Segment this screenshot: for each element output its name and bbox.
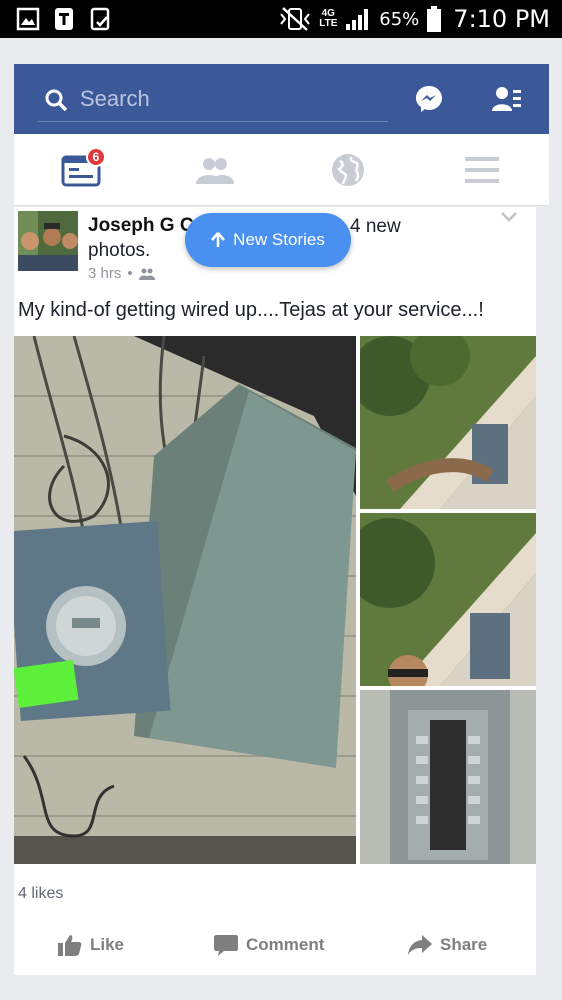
avatar-image: [18, 211, 78, 271]
feed-post: Joseph G C 4 new photos. 3 hrs • My kind…: [14, 207, 536, 975]
search-input[interactable]: [80, 84, 380, 114]
photo-thumb-1[interactable]: [360, 336, 536, 509]
post-caption: My kind-of getting wired up....Tejas at …: [18, 299, 484, 321]
tab-friends[interactable]: [148, 134, 282, 206]
tmobile-icon: [55, 8, 73, 30]
comment-icon: [214, 935, 238, 956]
messenger-button[interactable]: [412, 82, 446, 116]
tab-notifications[interactable]: [281, 134, 415, 206]
photo-main[interactable]: [14, 336, 356, 864]
headline-line2: photos.: [88, 240, 151, 261]
soffit-photo-2: [360, 513, 536, 686]
headline-rest: 4 new: [350, 216, 401, 237]
battery-percent: 65%: [379, 8, 420, 30]
soffit-photo-1: [360, 336, 536, 509]
app-header: [14, 64, 549, 134]
likes-count[interactable]: 4 likes: [18, 885, 63, 903]
network-indicator: 4G LTE: [319, 8, 338, 29]
search-icon: [45, 89, 68, 112]
battery-icon: [427, 6, 442, 32]
signal-icon: [346, 9, 369, 30]
breaker-panel-photo: [360, 690, 536, 864]
friend-requests-icon: [492, 87, 521, 111]
notification-badge: 6: [86, 147, 106, 167]
post-options-chevron-icon[interactable]: [500, 211, 518, 223]
search-bar[interactable]: [38, 80, 388, 122]
tab-news-feed[interactable]: 6: [14, 134, 148, 206]
audience-friends-icon[interactable]: [138, 268, 155, 280]
electric-panel-photo: [14, 336, 356, 864]
photo-thumb-2[interactable]: [360, 513, 536, 686]
vibrate-icon: [280, 7, 311, 31]
new-stories-label: New Stories: [233, 230, 325, 249]
arrow-up-icon: [211, 232, 226, 247]
post-time[interactable]: 3 hrs: [88, 265, 121, 282]
post-actions: Like Comment Share: [14, 923, 536, 967]
clock: 7:10 PM: [453, 5, 550, 33]
clipboard-check-icon: [90, 7, 110, 31]
friend-requests-button[interactable]: [490, 82, 524, 116]
comment-button[interactable]: Comment: [214, 923, 324, 967]
author-name[interactable]: Joseph G C: [88, 215, 194, 237]
like-button[interactable]: Like: [58, 923, 124, 967]
share-button[interactable]: Share: [408, 923, 487, 967]
thumbs-up-icon: [58, 935, 82, 956]
share-label: Share: [440, 935, 488, 954]
menu-icon: [465, 157, 499, 183]
post-meta: 3 hrs •: [88, 265, 155, 282]
status-bar: 4G LTE 65% 7:10 PM: [0, 0, 562, 38]
messenger-icon: [416, 86, 442, 112]
tab-menu[interactable]: [415, 134, 549, 206]
photo-thumb-3[interactable]: [360, 690, 536, 864]
globe-icon: [332, 154, 364, 186]
share-arrow-icon: [408, 935, 432, 955]
like-label: Like: [90, 935, 125, 954]
comment-label: Comment: [246, 935, 325, 954]
author-avatar[interactable]: [18, 211, 78, 271]
friends-icon: [196, 158, 234, 184]
gallery-icon: [16, 7, 40, 31]
new-stories-button[interactable]: New Stories: [185, 213, 351, 267]
separator-dot: •: [127, 265, 133, 282]
nav-tabs: 6: [14, 134, 549, 206]
